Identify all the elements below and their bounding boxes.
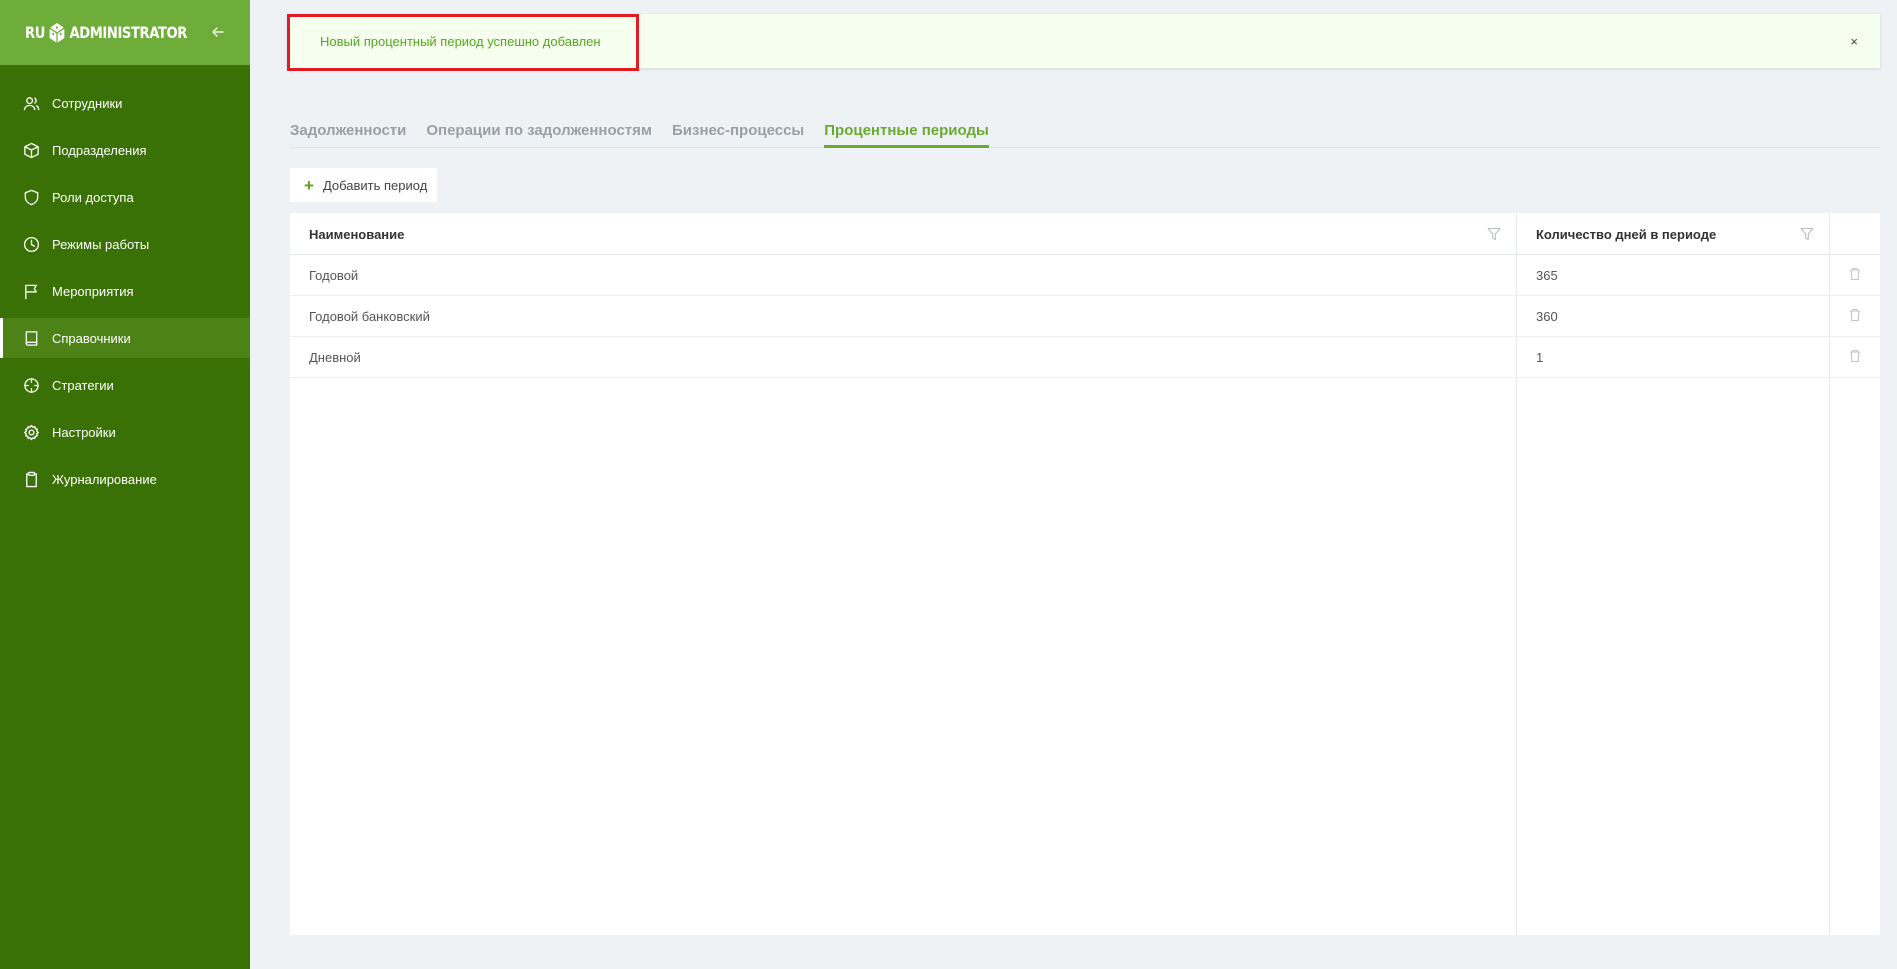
sidebar-item-logging[interactable]: Журналирование: [0, 459, 250, 499]
table-row[interactable]: Годовой банковский 360: [290, 296, 1880, 337]
sidebar-item-label: Стратегии: [52, 377, 114, 393]
cube-logo-icon: [49, 22, 65, 43]
sidebar-item-events[interactable]: Мероприятия: [0, 271, 250, 311]
brand-header: RU ADMINISTRATOR: [0, 0, 250, 65]
sidebar-item-label: Мероприятия: [52, 283, 134, 299]
table-header: Наименование Количество дней в периоде: [290, 213, 1880, 255]
notification-message: Новый процентный период успешно добавлен: [320, 34, 601, 49]
sidebar-item-label: Справочники: [52, 330, 131, 346]
table-row[interactable]: Годовой 365: [290, 255, 1880, 296]
sidebar-item-label: Сотрудники: [52, 95, 123, 111]
close-icon[interactable]: ×: [1850, 34, 1858, 49]
cell-name: Годовой: [290, 255, 1517, 295]
tab-interest-periods[interactable]: Процентные периоды: [824, 116, 989, 148]
trash-icon[interactable]: [1848, 308, 1862, 322]
periods-table: Наименование Количество дней в периоде Г…: [290, 213, 1880, 935]
sidebar-item-strategies[interactable]: Стратегии: [0, 365, 250, 405]
column-header-label: Наименование: [309, 227, 405, 242]
tab-debts[interactable]: Задолженности: [290, 116, 406, 148]
row-actions: [1830, 255, 1880, 295]
row-actions: [1830, 337, 1880, 377]
table-row[interactable]: Дневной 1: [290, 337, 1880, 378]
tabs-bar: Задолженности Операции по задолженностям…: [290, 116, 1880, 148]
add-period-label: Добавить период: [322, 177, 428, 193]
users-icon: [23, 96, 40, 110]
cell-days: 365: [1517, 255, 1830, 295]
table-body: Годовой 365 Годовой банковский 360 Дневн…: [290, 255, 1880, 935]
column-header-actions: [1830, 213, 1880, 254]
sidebar-item-label: Режимы работы: [52, 236, 150, 252]
add-period-button[interactable]: + Добавить период: [290, 168, 437, 202]
sidebar-item-departments[interactable]: Подразделения: [0, 130, 250, 170]
box-icon: [24, 142, 39, 158]
arrow-left-icon[interactable]: [208, 22, 228, 42]
success-notification: Новый процентный период успешно добавлен…: [287, 14, 1880, 68]
cell-name: Дневной: [290, 337, 1517, 377]
tab-debt-operations[interactable]: Операции по задолженностям: [426, 116, 652, 148]
sidebar-item-label: Настройки: [52, 424, 116, 440]
sidebar-item-employees[interactable]: Сотрудники: [0, 83, 250, 123]
sidebar-item-work-modes[interactable]: Режимы работы: [0, 224, 250, 264]
trash-icon[interactable]: [1848, 349, 1862, 363]
filter-icon[interactable]: [1800, 227, 1814, 241]
sidebar: RU ADMINISTRATOR Сотрудники Подразделени…: [0, 0, 250, 969]
sidebar-nav: Сотрудники Подразделения Роли доступа Ре…: [0, 65, 250, 499]
sidebar-item-label: Роли доступа: [52, 189, 134, 205]
gear-icon: [23, 424, 40, 440]
tab-business-processes[interactable]: Бизнес-процессы: [672, 116, 804, 148]
sidebar-item-access-roles[interactable]: Роли доступа: [0, 177, 250, 217]
brand-right-text: ADMINISTRATOR: [69, 23, 188, 42]
sidebar-item-settings[interactable]: Настройки: [0, 412, 250, 452]
clipboard-icon: [26, 471, 37, 487]
sidebar-item-label: Подразделения: [52, 142, 147, 158]
sidebar-item-directories[interactable]: Справочники: [0, 318, 250, 358]
flag-icon: [25, 284, 37, 299]
clock-icon: [23, 236, 40, 252]
sidebar-item-label: Журналирование: [52, 471, 157, 487]
column-header-days: Количество дней в периоде: [1517, 213, 1830, 254]
brand-logo[interactable]: RU ADMINISTRATOR: [25, 21, 187, 45]
crosshair-icon: [24, 377, 39, 393]
shield-icon: [24, 189, 39, 205]
book-icon: [25, 330, 38, 346]
column-header-name: Наименование: [290, 213, 1517, 254]
cell-name: Годовой банковский: [290, 296, 1517, 336]
column-header-label: Количество дней в периоде: [1536, 227, 1717, 242]
brand-left-text: RU: [25, 23, 45, 42]
plus-icon: +: [304, 175, 314, 195]
filter-icon[interactable]: [1487, 227, 1501, 241]
trash-icon[interactable]: [1848, 267, 1862, 281]
row-actions: [1830, 296, 1880, 336]
cell-days: 360: [1517, 296, 1830, 336]
cell-days: 1: [1517, 337, 1830, 377]
